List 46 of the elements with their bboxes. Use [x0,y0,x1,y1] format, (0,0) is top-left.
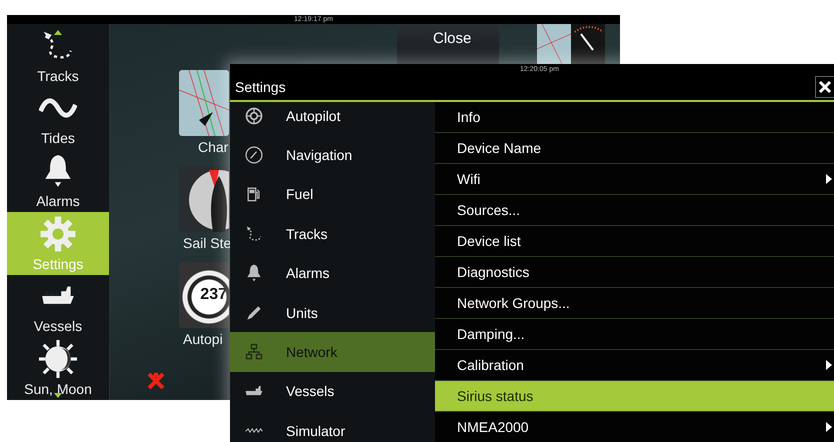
sail-steer-thumbnail[interactable] [179,166,229,232]
autopilot-thumbnail[interactable]: 237 [179,262,229,328]
submenu-arrow-icon [826,174,832,184]
tile-label: Char [197,138,228,156]
compass-icon [244,145,264,166]
cancel-x-icon[interactable] [146,371,166,391]
tile-label: Sail Ste [182,234,232,252]
category-item[interactable]: Tracks [230,214,435,254]
scroll-up-icon[interactable] [53,28,63,36]
menu-item[interactable]: Info [435,102,834,133]
category-item[interactable]: Units [230,292,435,332]
menu-item[interactable]: NMEA2000 [435,412,834,442]
close-icon [818,80,832,94]
menu-item[interactable]: Device Name [435,133,834,164]
menu-item[interactable]: Diagnostics [435,257,834,288]
category-item[interactable]: Vessels [230,372,435,412]
menu-item[interactable]: Device list [435,226,834,257]
helm-wheel-icon [244,106,264,126]
sidebar-item[interactable]: Vessels [7,274,109,338]
chart-gauge-thumbnail[interactable] [537,24,605,64]
submenu-arrow-icon [826,422,832,432]
category-item[interactable]: Autopilot [230,102,435,136]
category-item[interactable]: Alarms [230,254,435,293]
menu-item[interactable]: Damping... [435,319,834,350]
menu-item[interactable]: Sources... [435,195,834,226]
sidebar-item[interactable]: Sun, Moon [7,337,109,400]
sidebar-item[interactable]: Alarms [7,149,109,212]
chart-thumbnail[interactable] [179,70,229,136]
category-item[interactable]: Simulator [230,411,435,442]
network-icon [244,342,264,362]
menu-item[interactable]: Network Groups... [435,288,834,319]
sidebar-item[interactable]: Tracks [7,24,109,87]
sun-moon-icon [39,340,77,378]
category-item[interactable]: Fuel [230,174,435,214]
menu-item[interactable]: Sirius status [435,381,834,412]
menu-item[interactable]: Wifi [435,164,834,195]
close-button[interactable]: Close [397,24,499,64]
window-title: Settings [235,79,286,95]
gauge-reading: 237 [200,286,227,304]
sidebar-item[interactable]: Tides [7,86,109,150]
settings-icon [39,214,77,253]
close-button[interactable] [815,76,834,98]
category-item[interactable]: Navigation [230,135,435,175]
tile-label: Autopi [182,330,223,348]
submenu-arrow-icon [826,360,832,370]
zigzag-wave-icon [244,428,264,434]
